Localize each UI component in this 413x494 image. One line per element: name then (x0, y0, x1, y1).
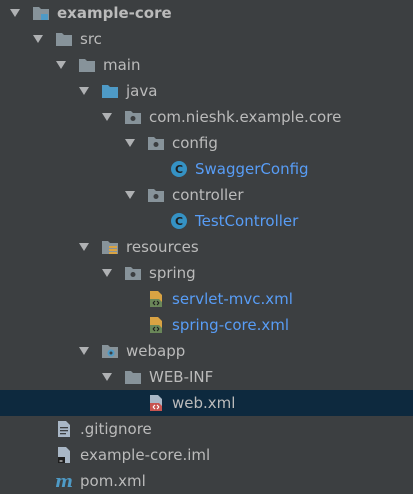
tree-node-label: WEB-INF (149, 368, 214, 386)
tree-node-label: controller (172, 186, 244, 204)
tree-node-test-controller[interactable]: C TestController (0, 208, 413, 234)
source-folder-icon (102, 85, 118, 98)
tree-node-servlet-mvc-xml[interactable]: servlet-mvc.xml (0, 286, 413, 312)
package-icon (125, 267, 141, 280)
tree-node-label: example-core (57, 4, 172, 22)
tree-node-label: .gitignore (80, 420, 152, 438)
maven-icon: m (55, 472, 73, 490)
xml-file-icon (150, 395, 162, 411)
svg-text:C: C (175, 163, 183, 176)
module-folder-icon (33, 7, 49, 20)
tree-node-config[interactable]: config (0, 130, 413, 156)
project-tree: example-core src main java com.nieshk.ex… (0, 0, 413, 490)
tree-node-web-inf[interactable]: WEB-INF (0, 364, 413, 390)
expand-arrow-icon[interactable] (102, 113, 112, 121)
svg-text:m: m (55, 472, 73, 490)
class-icon: C (171, 213, 187, 229)
svg-text:C: C (175, 215, 183, 228)
package-icon (148, 189, 164, 202)
tree-node-resources[interactable]: resources (0, 234, 413, 260)
tree-node-example-core-iml[interactable]: example-core.iml (0, 442, 413, 468)
expand-arrow-icon[interactable] (56, 61, 66, 69)
expand-arrow-icon[interactable] (125, 191, 135, 199)
expand-arrow-icon[interactable] (102, 269, 112, 277)
expand-arrow-icon[interactable] (125, 139, 135, 147)
expand-arrow-icon[interactable] (79, 243, 89, 251)
tree-node-label: SwaggerConfig (195, 160, 309, 178)
tree-node-main[interactable]: main (0, 52, 413, 78)
tree-node-label: com.nieshk.example.core (149, 108, 342, 126)
tree-node-web-xml[interactable]: web.xml (0, 390, 413, 416)
iml-file-icon (58, 447, 70, 463)
tree-node-src[interactable]: src (0, 26, 413, 52)
tree-node-label: resources (126, 238, 199, 256)
tree-node-label: src (80, 30, 102, 48)
tree-node-java[interactable]: java (0, 78, 413, 104)
class-icon: C (171, 161, 187, 177)
tree-node-gitignore[interactable]: .gitignore (0, 416, 413, 442)
spring-xml-icon (150, 291, 162, 307)
folder-icon (125, 371, 141, 384)
resources-folder-icon (102, 241, 118, 254)
tree-node-label: web.xml (172, 394, 236, 412)
folder-icon (56, 33, 72, 46)
tree-node-label: spring-core.xml (172, 316, 290, 334)
tree-node-swagger-config[interactable]: C SwaggerConfig (0, 156, 413, 182)
tree-node-label: config (172, 134, 218, 152)
tree-node-label: webapp (126, 342, 186, 360)
expand-arrow-icon[interactable] (79, 87, 89, 95)
text-file-icon (58, 421, 70, 437)
package-icon (125, 111, 141, 124)
web-folder-icon (102, 345, 118, 358)
tree-node-label: example-core.iml (80, 446, 211, 464)
tree-node-spring-core-xml[interactable]: spring-core.xml (0, 312, 413, 338)
tree-node-package[interactable]: com.nieshk.example.core (0, 104, 413, 130)
expand-arrow-icon[interactable] (33, 35, 43, 43)
tree-node-label: servlet-mvc.xml (172, 290, 293, 308)
tree-node-webapp[interactable]: webapp (0, 338, 413, 364)
tree-node-example-core[interactable]: example-core (0, 0, 413, 26)
tree-node-controller[interactable]: controller (0, 182, 413, 208)
tree-node-label: spring (149, 264, 196, 282)
spring-xml-icon (150, 317, 162, 333)
package-icon (148, 137, 164, 150)
tree-node-label: pom.xml (80, 472, 146, 490)
tree-node-pom-xml[interactable]: m pom.xml (0, 468, 413, 494)
tree-node-label: java (126, 82, 158, 100)
tree-node-label: main (103, 56, 141, 74)
folder-icon (79, 59, 95, 72)
expand-arrow-icon[interactable] (79, 347, 89, 355)
tree-node-spring[interactable]: spring (0, 260, 413, 286)
expand-arrow-icon[interactable] (10, 9, 20, 17)
tree-node-label: TestController (195, 212, 299, 230)
expand-arrow-icon[interactable] (102, 373, 112, 381)
